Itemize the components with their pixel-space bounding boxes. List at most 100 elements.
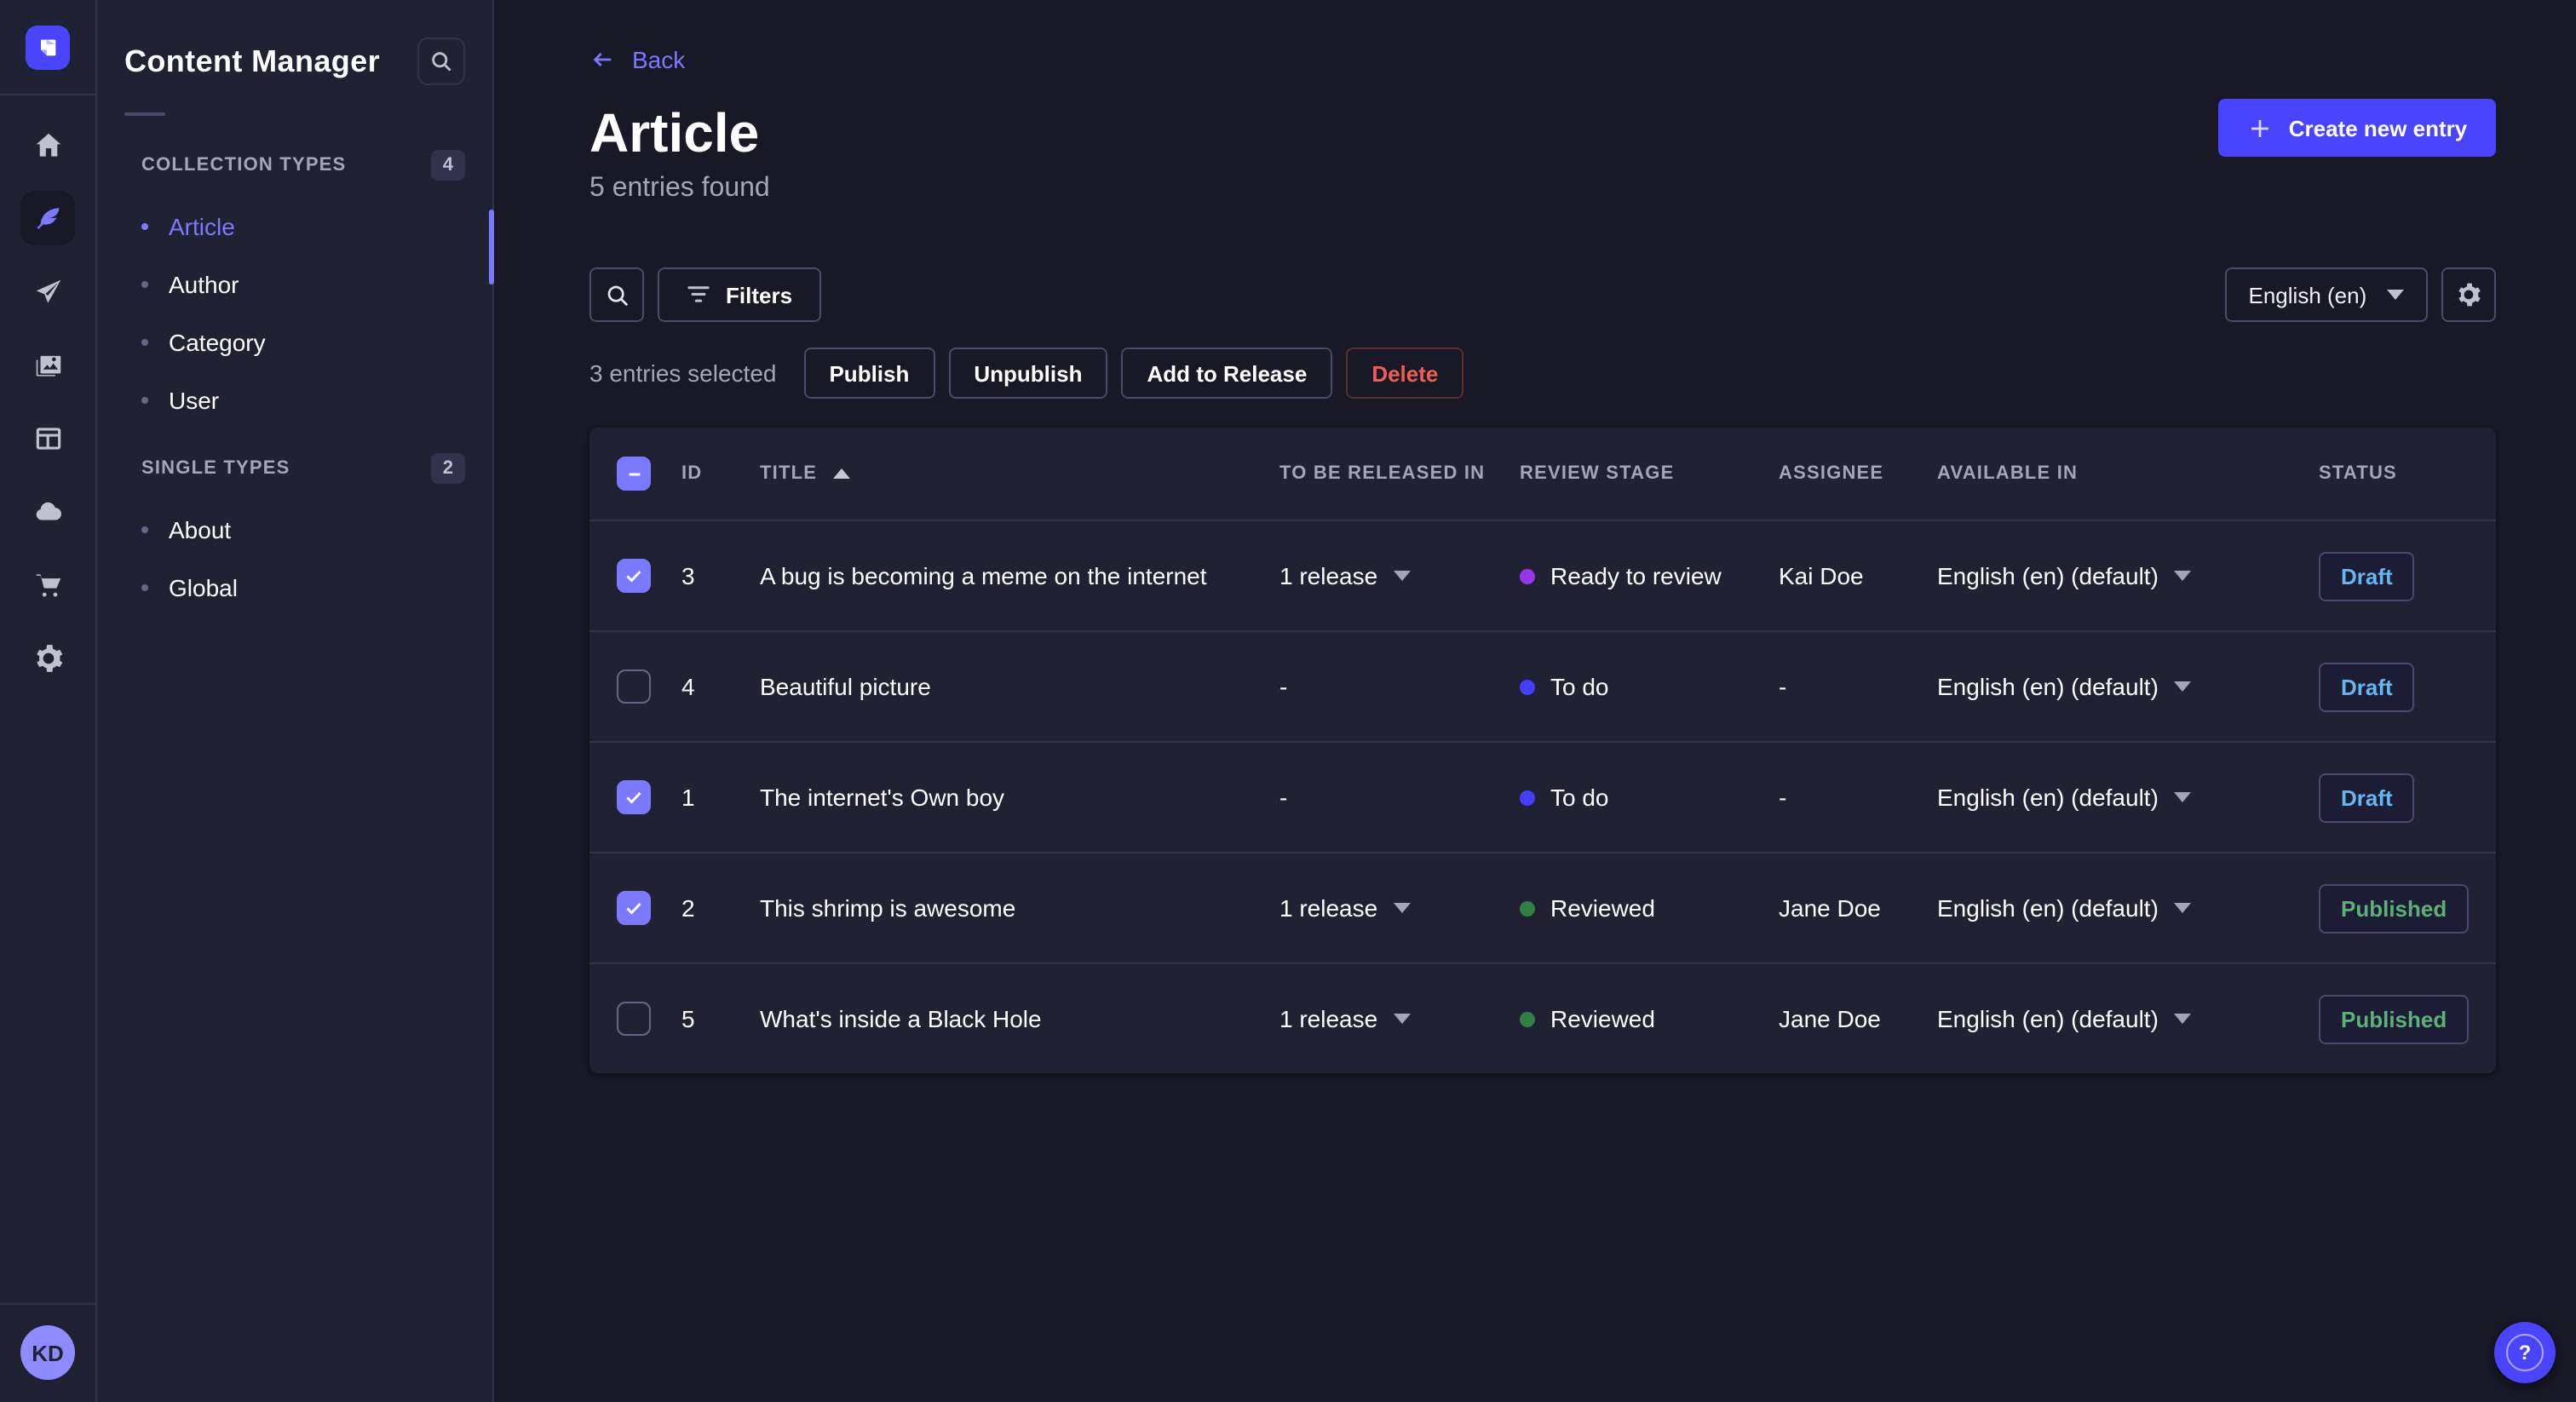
strapi-logo-icon[interactable]: [26, 26, 70, 70]
column-header-review-stage[interactable]: REVIEW STAGE: [1520, 463, 1779, 484]
help-button[interactable]: ?: [2494, 1322, 2556, 1383]
sidebar-item-author[interactable]: Author: [124, 256, 465, 313]
unpublish-button[interactable]: Unpublish: [948, 348, 1108, 399]
chevron-down-icon: [2173, 681, 2191, 692]
user-avatar[interactable]: KD: [20, 1325, 75, 1380]
cell-id: 2: [681, 894, 695, 922]
cell-assignee: Jane Doe: [1779, 894, 1881, 922]
filter-icon: [687, 286, 710, 302]
table-row[interactable]: 3 A bug is becoming a meme on the intern…: [589, 520, 2497, 630]
table-row[interactable]: 2 This shrimp is awesome 1 release Revie…: [589, 852, 2497, 962]
cell-review-stage: Ready to review: [1520, 563, 1722, 590]
review-stage-dot: [1520, 568, 1535, 584]
arrow-left-icon: [593, 53, 612, 66]
gear-icon: [2458, 283, 2481, 307]
select-all-checkbox[interactable]: [617, 457, 651, 491]
row-checkbox[interactable]: [617, 559, 651, 593]
bullet-icon: [141, 526, 148, 533]
cell-id: 4: [681, 673, 695, 700]
table-row[interactable]: 1 The internet's Own boy - To do - Engli…: [589, 741, 2497, 852]
table-body: 3 A bug is becoming a meme on the intern…: [589, 520, 2497, 1073]
locale-select[interactable]: English (en): [2224, 267, 2429, 322]
row-checkbox[interactable]: [617, 891, 651, 925]
sidebar-section: SINGLE TYPES 2 About Global: [124, 453, 465, 617]
table-row[interactable]: 4 Beautiful picture - To do - English (e…: [589, 630, 2497, 741]
row-checkbox[interactable]: [617, 669, 651, 704]
sidebar-divider: [124, 112, 165, 116]
delete-button[interactable]: Delete: [1346, 348, 1464, 399]
bullet-icon: [141, 339, 148, 346]
create-new-entry-button[interactable]: Create new entry: [2218, 99, 2497, 157]
sidebar-item-category[interactable]: Category: [124, 313, 465, 371]
sidebar-search-button[interactable]: [417, 37, 465, 85]
check-icon: [626, 902, 641, 915]
column-header-assignee[interactable]: ASSIGNEE: [1779, 463, 1937, 484]
back-link[interactable]: Back: [589, 46, 685, 73]
section-count-badge: 2: [430, 453, 465, 484]
cell-available-in[interactable]: English (en) (default): [1937, 562, 2191, 589]
chevron-down-icon: [2173, 792, 2191, 802]
home-icon[interactable]: [20, 118, 75, 172]
status-badge: Published: [2319, 994, 2470, 1043]
publish-button[interactable]: Publish: [803, 348, 935, 399]
marketplace-cart-icon[interactable]: [20, 557, 75, 612]
sidebar-section: COLLECTION TYPES 4 Article Author Category Us…: [124, 150, 465, 429]
entries-count: 5 entries found: [589, 174, 770, 203]
sidebar-item-article[interactable]: Article: [124, 198, 465, 256]
chevron-down-icon: [2387, 290, 2405, 300]
cell-assignee: -: [1779, 784, 1787, 811]
page-title: Article: [589, 102, 760, 164]
cell-id: 3: [681, 562, 695, 589]
chevron-down-icon: [2173, 903, 2191, 913]
filters-button[interactable]: Filters: [658, 267, 822, 322]
review-stage-dot: [1520, 1011, 1535, 1027]
content-manager-feather-icon[interactable]: [20, 191, 75, 245]
sidebar-title: Content Manager: [124, 43, 381, 78]
releases-paper-plane-icon[interactable]: [20, 264, 75, 319]
check-icon: [626, 570, 641, 583]
deploy-cloud-icon[interactable]: [20, 484, 75, 538]
cell-available-in[interactable]: English (en) (default): [1937, 894, 2191, 922]
indeterminate-icon: [628, 472, 640, 475]
sidebar-item-user[interactable]: User: [124, 371, 465, 429]
row-checkbox[interactable]: [617, 780, 651, 814]
rail-bottom: KD: [0, 1303, 95, 1402]
chevron-down-icon: [2173, 571, 2191, 581]
add-to-release-button[interactable]: Add to Release: [1121, 348, 1333, 399]
cell-assignee: Kai Doe: [1779, 562, 1864, 589]
table-row[interactable]: 5 What's inside a Black Hole 1 release R…: [589, 962, 2497, 1073]
section-label: COLLECTION TYPES: [141, 155, 347, 175]
status-badge: Published: [2319, 883, 2470, 933]
sidebar-item-global[interactable]: Global: [124, 559, 465, 617]
cell-release[interactable]: -: [1279, 673, 1287, 700]
cell-review-stage: To do: [1520, 674, 1609, 701]
content-manager-sidebar: Content Manager COLLECTION TYPES 4 Article…: [97, 0, 494, 1402]
cell-available-in[interactable]: English (en) (default): [1937, 1005, 2191, 1032]
cell-review-stage: Reviewed: [1520, 895, 1655, 922]
view-settings-button[interactable]: [2441, 267, 2497, 322]
cell-release[interactable]: 1 release: [1279, 894, 1411, 922]
selection-count: 3 entries selected: [589, 359, 777, 387]
sidebar-item-about[interactable]: About: [124, 501, 465, 559]
cell-title: Beautiful picture: [760, 673, 931, 700]
status-badge: Draft: [2319, 662, 2415, 711]
column-header-title[interactable]: TITLE: [760, 463, 850, 484]
content-type-builder-icon[interactable]: [20, 411, 75, 465]
cell-release[interactable]: 1 release: [1279, 562, 1411, 589]
selection-bar: 3 entries selected Publish Unpublish Add…: [589, 348, 2496, 399]
settings-gear-icon[interactable]: [20, 630, 75, 685]
column-header-release[interactable]: TO BE RELEASED IN: [1279, 463, 1520, 484]
cell-release[interactable]: -: [1279, 784, 1287, 811]
row-checkbox[interactable]: [617, 1002, 651, 1036]
media-library-icon[interactable]: [20, 337, 75, 392]
cell-available-in[interactable]: English (en) (default): [1937, 673, 2191, 700]
status-badge: Draft: [2319, 773, 2415, 822]
cell-release[interactable]: 1 release: [1279, 1005, 1411, 1032]
app-window: KD Content Manager COLLECTION TYPES 4 Arti…: [0, 0, 2576, 1402]
bullet-icon: [141, 281, 148, 288]
column-header-id[interactable]: ID: [681, 463, 760, 484]
column-header-available-in[interactable]: AVAILABLE IN: [1937, 463, 2319, 484]
search-button[interactable]: [589, 267, 644, 322]
cell-available-in[interactable]: English (en) (default): [1937, 784, 2191, 811]
column-header-status[interactable]: STATUS: [2319, 463, 2469, 484]
